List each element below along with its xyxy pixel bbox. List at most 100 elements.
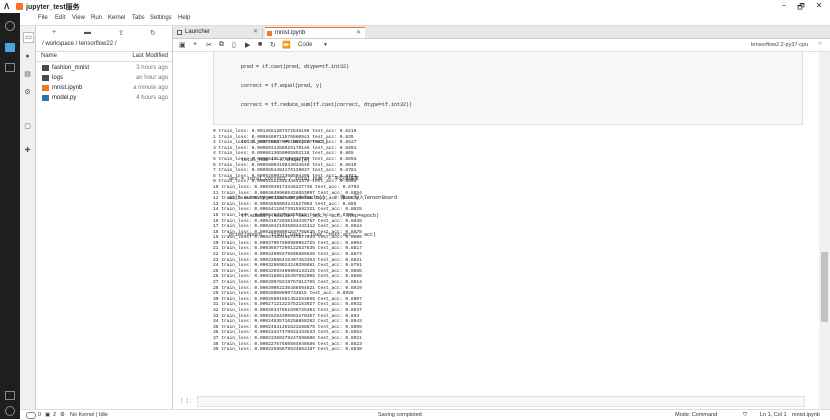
menu-run[interactable]: Run (91, 15, 102, 21)
file-name: mnist.ipynb (52, 85, 83, 91)
file-row[interactable]: fashion_mnist 3 hours ago (36, 63, 172, 73)
file-modified: a minute ago (133, 85, 168, 91)
file-modified: 4 hours ago (136, 95, 168, 101)
kernel-status[interactable]: No Kernel | Idle (70, 412, 108, 418)
menu-view[interactable]: View (72, 15, 85, 21)
strip-item-icon[interactable] (5, 63, 15, 72)
empty-code-cell[interactable]: [ ]: (180, 396, 805, 407)
menu-help[interactable]: Help (178, 15, 190, 21)
copy-icon[interactable]: ⧉ (219, 41, 224, 49)
menu-bar: File Edit View Run Kernel Tabs Settings … (20, 13, 830, 26)
menu-edit[interactable]: Edit (55, 15, 65, 21)
commands-icon[interactable]: ▤ (23, 70, 32, 79)
menu-kernel[interactable]: Kernel (108, 15, 125, 21)
activity-sidebar: ▭ ● ▤ ⚙ ▢ ✚ (20, 26, 36, 409)
cell-type-select[interactable]: Code (298, 42, 312, 48)
code-cell[interactable]: pred = tf.cast(pred, dtype=tf.int32) cor… (213, 52, 803, 238)
file-row[interactable]: logs an hour ago (36, 73, 172, 83)
paste-icon[interactable]: ▯ (232, 41, 236, 49)
fast-forward-icon[interactable]: ⏩ (282, 41, 291, 49)
run-icon[interactable]: ▶ (245, 41, 250, 49)
strip-item-icon[interactable] (5, 391, 15, 400)
status-bar: 0 ▣ 2 ⚙ No Kernel | Idle Saving complete… (20, 409, 830, 420)
cell-output: 0 train_loss: 0.0013651207372546196 test… (213, 129, 803, 353)
menu-settings[interactable]: Settings (150, 15, 172, 21)
chevron-down-icon[interactable]: ▼ (323, 42, 328, 48)
save-icon[interactable]: ▣ (179, 41, 186, 49)
scrollbar-thumb[interactable] (821, 252, 828, 322)
tab-label: mnist.ipynb (275, 30, 306, 36)
window-title: jupyter_test服务 (26, 4, 80, 11)
insert-cell-icon[interactable]: + (193, 41, 197, 48)
launcher-icon (177, 30, 182, 35)
minimize-icon[interactable]: − (778, 1, 790, 10)
property-inspector-icon[interactable]: ⚙ (23, 88, 32, 97)
new-launcher-icon[interactable]: + (52, 29, 56, 36)
simple-mode-toggle[interactable] (26, 412, 36, 419)
close-tab-icon[interactable]: ✕ (356, 28, 361, 39)
cell-prompt: [ ]: (180, 398, 193, 404)
menu-tabs[interactable]: Tabs (132, 15, 145, 21)
app-icon (16, 3, 23, 10)
column-last-modified[interactable]: Last Modified (132, 53, 168, 59)
file-row[interactable]: mnist.ipynb a minute ago (36, 83, 172, 93)
cut-icon[interactable]: ✂ (206, 41, 212, 49)
menu-file[interactable]: File (38, 15, 48, 21)
cursor-position[interactable]: Ln 1, Col 1 (760, 412, 787, 418)
vertical-scrollbar[interactable] (819, 52, 830, 409)
code-line: pred = tf.cast(pred, dtype=tf.int32) (217, 64, 350, 71)
stop-icon[interactable]: ■ (258, 41, 262, 48)
restart-icon[interactable]: ↻ (270, 41, 276, 49)
refresh-icon[interactable]: ↻ (150, 29, 156, 37)
kernel-name[interactable]: tensorflow2.2-py37-cpu (751, 42, 808, 48)
close-tab-icon[interactable]: ✕ (253, 27, 258, 38)
kernel-count[interactable]: 2 (53, 412, 56, 418)
code-line: correct = tf.equal(pred, y) (217, 83, 323, 89)
new-folder-icon[interactable]: ▬ (84, 29, 91, 36)
tab-label: Launcher (185, 29, 211, 35)
tabs-icon[interactable]: ▢ (23, 122, 32, 131)
notebook-icon (42, 85, 49, 91)
extension-icon[interactable]: ✚ (23, 146, 32, 155)
kernel-icon: ⚙ (60, 412, 65, 418)
mode-status: Mode: Command (675, 412, 718, 418)
kernel-status-icon: ○ (818, 41, 822, 47)
column-name[interactable]: Name (41, 53, 57, 59)
output-line: 39 train_loss: 0.00022598579534863187 te… (213, 347, 362, 353)
tab-notebook[interactable]: mnist.ipynb ✕ (265, 27, 365, 38)
app-logo-icon: Λ (4, 2, 10, 11)
security-icon: ⛉ (743, 412, 748, 418)
file-row[interactable]: model.py 4 hours ago (36, 93, 172, 103)
file-name: fashion_mnist (52, 65, 90, 71)
power-icon[interactable] (5, 406, 15, 416)
jupyter-logo-icon (5, 21, 15, 31)
file-browser: + ▬ ⇪ ↻ / workspace / tensorflow22 / Nam… (36, 26, 173, 409)
notebook-icon (267, 31, 272, 36)
window-title-bar: Λ jupyter_test服务 − 🗗 ✕ (0, 0, 830, 14)
terminal-icon: ▣ (45, 412, 51, 418)
python-file-icon (42, 95, 49, 101)
saving-status: Saving completed (378, 412, 422, 418)
file-name: logs (52, 75, 64, 81)
file-modified: an hour ago (135, 75, 168, 81)
folder-icon (42, 65, 49, 71)
left-app-strip (0, 13, 20, 419)
terminal-count[interactable]: 0 (38, 412, 41, 418)
close-icon[interactable]: ✕ (813, 1, 825, 10)
running-icon[interactable]: ● (23, 52, 32, 61)
current-file: mnist.ipynb (792, 412, 820, 418)
file-name: model.py (52, 95, 77, 101)
file-list-header: Name Last Modified (36, 51, 172, 62)
code-line: correct = tf.reduce_sum(tf.cast(correct,… (217, 101, 413, 108)
notebook-body: pred = tf.cast(pred, dtype=tf.int32) cor… (173, 52, 819, 409)
tab-launcher[interactable]: Launcher ✕ (175, 27, 263, 38)
upload-icon[interactable]: ⇪ (118, 29, 124, 37)
file-modified: 3 hours ago (136, 65, 168, 71)
notebook-toolbar: ▣ + ✂ ⧉ ▯ ▶ ■ ↻ ⏩ Code ▼ tensorflow2.2-p… (173, 39, 830, 52)
folder-icon (42, 75, 49, 81)
strip-item-icon[interactable] (5, 43, 15, 52)
folder-icon[interactable]: ▭ (23, 32, 34, 43)
breadcrumb[interactable]: / workspace / tensorflow22 / (42, 41, 116, 47)
tab-bar: Launcher ✕ mnist.ipynb ✕ (173, 26, 830, 39)
